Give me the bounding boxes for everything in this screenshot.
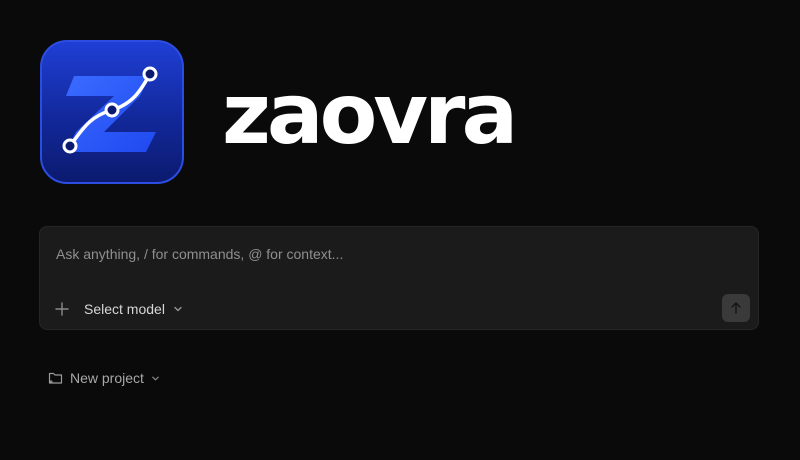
send-button[interactable] — [722, 294, 750, 322]
new-project-dropdown[interactable]: New project — [48, 368, 160, 388]
zaovra-logo-icon — [40, 40, 184, 184]
app-page: zaovra Select model New projec — [0, 0, 800, 460]
chevron-down-icon — [174, 306, 182, 312]
prompt-box: Select model — [39, 226, 759, 330]
arrow-up-icon — [731, 302, 741, 314]
new-project-label: New project — [70, 370, 144, 386]
prompt-input[interactable] — [56, 243, 736, 265]
chevron-down-icon — [151, 374, 160, 383]
add-attachment-button[interactable] — [52, 299, 72, 319]
folder-icon — [48, 371, 63, 385]
select-model-dropdown[interactable]: Select model — [84, 299, 183, 319]
plus-icon — [55, 302, 69, 316]
select-model-label: Select model — [84, 301, 165, 317]
brand-name: zaovra — [222, 65, 518, 163]
